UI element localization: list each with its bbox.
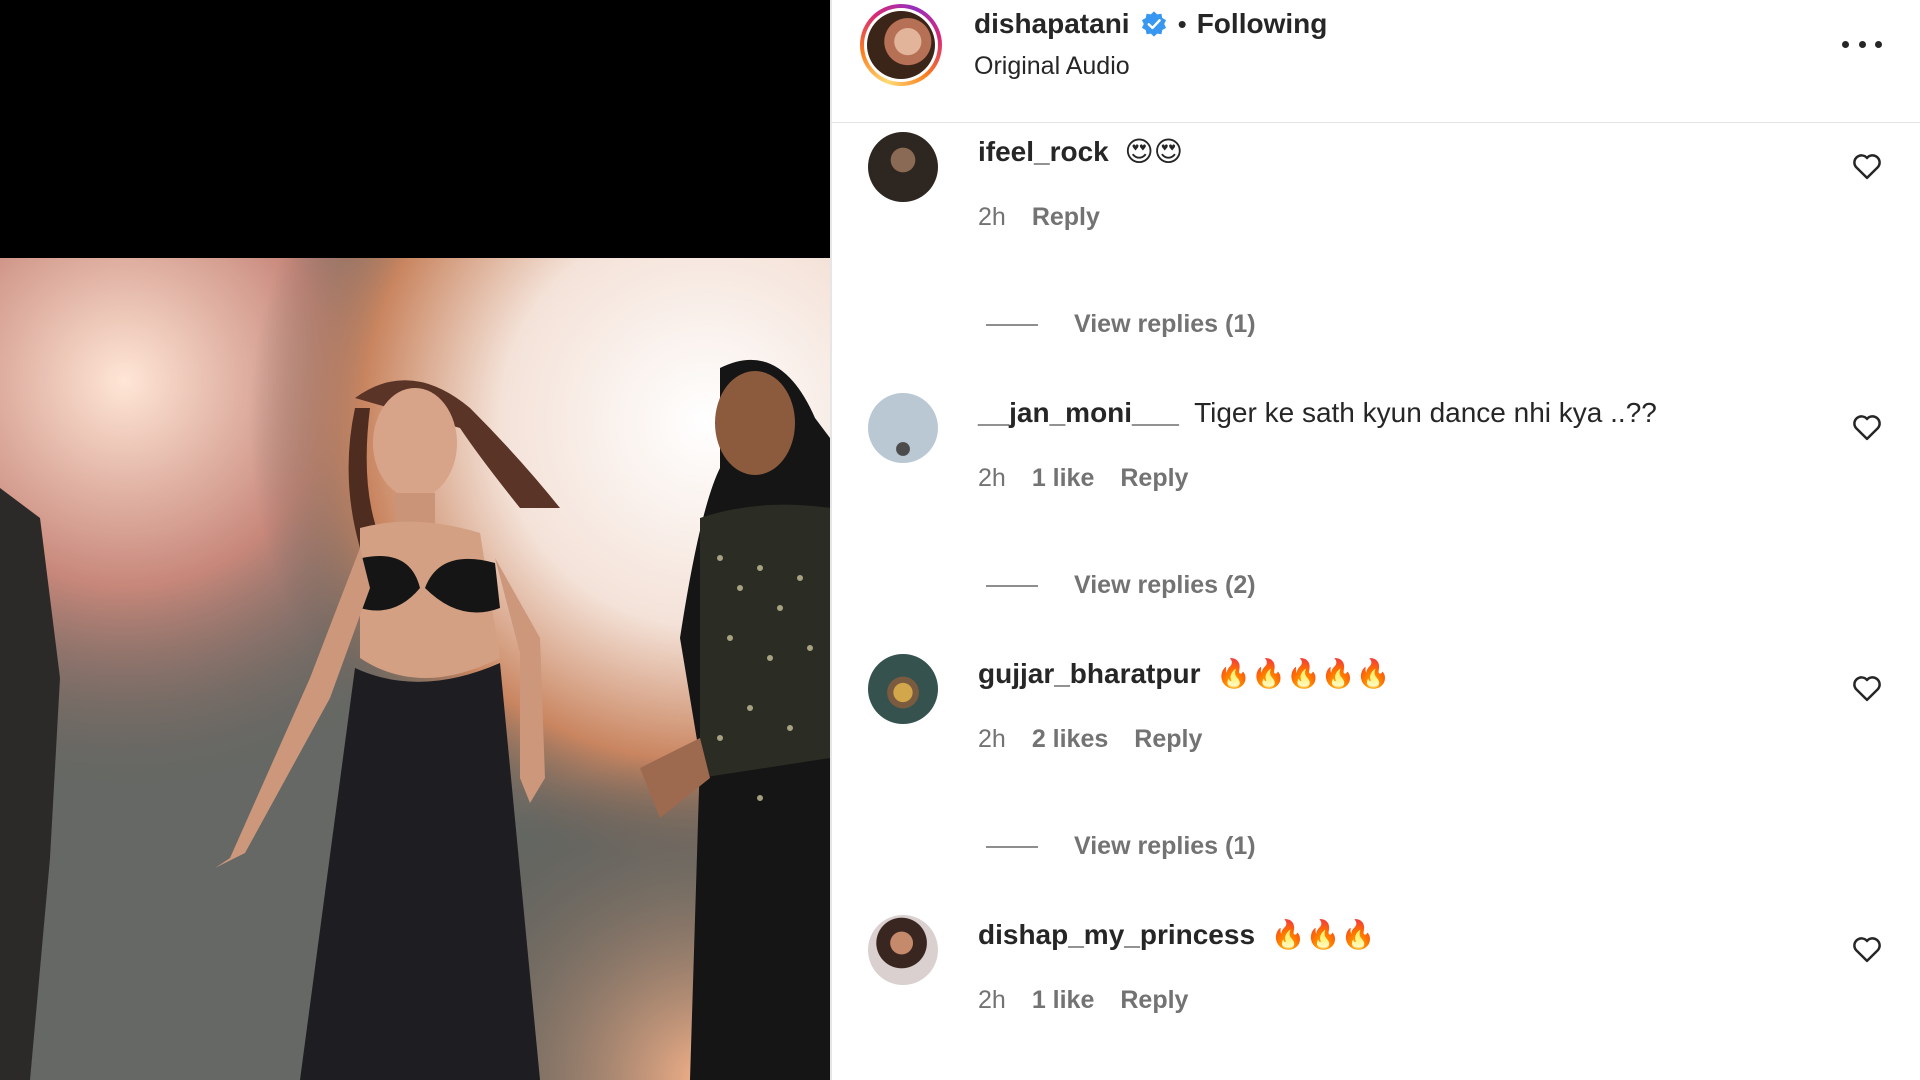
commenter-avatar[interactable] [868, 654, 938, 724]
reply-button[interactable]: Reply [1120, 464, 1188, 493]
replies-divider-line [986, 584, 1038, 587]
comment-likes[interactable]: 1 like [1032, 986, 1095, 1015]
following-button[interactable]: Following [1197, 8, 1328, 40]
view-replies-label[interactable]: View replies (2) [1074, 571, 1256, 600]
owner-username[interactable]: dishapatani [974, 8, 1130, 40]
replies-divider-line [986, 845, 1038, 848]
comment-time: 2h [978, 986, 1006, 1014]
like-heart-icon[interactable] [1852, 152, 1882, 180]
verified-badge-icon [1141, 11, 1166, 37]
reply-button[interactable]: Reply [1032, 203, 1100, 232]
owner-avatar-story-ring[interactable] [860, 4, 942, 86]
separator-dot: • [1177, 8, 1187, 39]
replies-divider-line [986, 323, 1038, 326]
comment-item: dishap_my_princess 🔥🔥🔥 2h 1 like Reply [832, 915, 1920, 1065]
view-replies-label[interactable]: View replies (1) [1074, 310, 1256, 339]
reel-video[interactable] [0, 258, 830, 1080]
view-replies-button[interactable]: View replies (2) [986, 571, 1256, 600]
comment-username[interactable]: dishap_my_princess [978, 919, 1255, 950]
commenter-avatar[interactable] [868, 132, 938, 202]
comment-text: 🔥🔥🔥 [1270, 919, 1376, 950]
reply-button[interactable]: Reply [1120, 986, 1188, 1015]
comment-username[interactable]: ifeel_rock [978, 136, 1109, 167]
comment-username[interactable]: gujjar_bharatpur [978, 658, 1200, 689]
view-replies-button[interactable]: View replies (1) [986, 832, 1256, 861]
audio-label[interactable]: Original Audio [974, 52, 1130, 81]
comment-time: 2h [978, 464, 1006, 492]
commenter-avatar[interactable] [868, 393, 938, 463]
view-replies-button[interactable]: View replies (1) [986, 310, 1256, 339]
view-replies-label[interactable]: View replies (1) [1074, 832, 1256, 861]
comment-item: gujjar_bharatpur 🔥🔥🔥🔥🔥 2h 2 likes Reply [832, 654, 1920, 804]
comments-panel: dishapatani • Following Original Audio i… [832, 0, 1920, 1080]
owner-avatar[interactable] [867, 11, 935, 79]
comment-item: __jan_moni___ Tiger ke sath kyun dance n… [832, 393, 1920, 543]
comment-likes[interactable]: 2 likes [1032, 725, 1108, 754]
more-options-icon[interactable] [1842, 32, 1882, 56]
comment-username[interactable]: __jan_moni___ [978, 397, 1179, 428]
comment-item: ifeel_rock 😍😍 2h Reply [832, 132, 1920, 282]
comment-time: 2h [978, 725, 1006, 753]
dance-performance-illustration [0, 258, 830, 1080]
post-header: dishapatani • Following Original Audio [832, 0, 1920, 123]
like-heart-icon[interactable] [1852, 413, 1882, 441]
like-heart-icon[interactable] [1852, 935, 1882, 963]
comment-likes[interactable]: 1 like [1032, 464, 1095, 493]
commenter-avatar[interactable] [868, 915, 938, 985]
like-heart-icon[interactable] [1852, 674, 1882, 702]
comment-text: 😍😍 [1124, 136, 1183, 167]
reply-button[interactable]: Reply [1134, 725, 1202, 754]
comment-text: 🔥🔥🔥🔥🔥 [1216, 658, 1391, 689]
comment-text: Tiger ke sath kyun dance nhi kya ..?? [1194, 397, 1657, 428]
comment-time: 2h [978, 203, 1006, 231]
reel-media[interactable] [0, 0, 830, 1080]
